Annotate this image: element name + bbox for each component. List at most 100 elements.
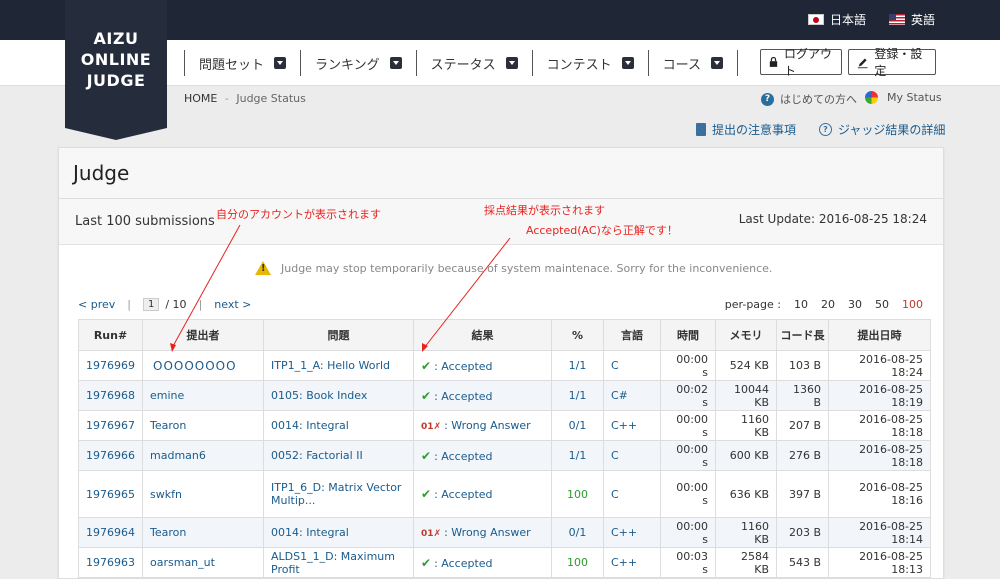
logout-button[interactable]: ログアウト xyxy=(760,47,842,78)
panel-subtitle: Last 100 submissions xyxy=(75,214,215,229)
column-header: 問題 xyxy=(263,319,414,351)
per-page-option[interactable]: 30 xyxy=(848,298,862,311)
language[interactable]: C# xyxy=(603,380,661,411)
result[interactable]: ✔: Accepted xyxy=(413,547,552,578)
per-page-option[interactable]: 20 xyxy=(821,298,835,311)
nav-menu: 問題セット ランキング ステータス コンテスト コース xyxy=(184,50,739,76)
nav-item-ranking[interactable]: ランキング xyxy=(300,50,416,76)
page-total: / 10 xyxy=(165,298,187,311)
submitter[interactable]: Tearon xyxy=(142,517,264,548)
submit-notes-link[interactable]: 提出の注意事項 xyxy=(696,121,796,138)
result[interactable]: 01✗: Wrong Answer xyxy=(413,517,552,548)
submit-date: 2016-08-25 18:19 xyxy=(828,380,931,411)
problem-line: ITP1_6_D: Matrix Vector xyxy=(271,481,402,494)
per-page-option-active[interactable]: 100 xyxy=(902,298,923,311)
pencil-icon xyxy=(857,58,868,68)
my-status-link[interactable]: My Status xyxy=(865,91,942,104)
time: 00:00 s xyxy=(660,350,716,381)
result[interactable]: ✔: Accepted xyxy=(413,350,552,381)
problem[interactable]: 0014: Integral xyxy=(263,517,414,548)
check-icon: ✔ xyxy=(421,448,432,463)
submitter[interactable]: oarsman_ut xyxy=(142,547,264,578)
submitter[interactable]: madman6 xyxy=(142,440,264,471)
column-header: 言語 xyxy=(603,319,661,351)
percentage: 100 xyxy=(551,547,604,578)
lock-icon xyxy=(769,56,778,67)
column-header: Run# xyxy=(78,319,143,351)
table-row: 1976967 Tearon 0014: Integral 01✗: Wrong… xyxy=(78,410,931,441)
per-page-option[interactable]: 50 xyxy=(875,298,889,311)
result[interactable]: 01✗: Wrong Answer xyxy=(413,410,552,441)
submit-date: 2016-08-25 18:24 xyxy=(828,350,931,381)
memory: 1160 KB xyxy=(715,410,777,441)
table-header-row: Run# 提出者 問題 結果 % 言語 時間 メモリ コード長 提出日時 xyxy=(78,319,931,351)
submitter[interactable]: swkfn xyxy=(142,470,264,518)
check-icon: ✔ xyxy=(421,358,432,373)
result[interactable]: ✔: Accepted xyxy=(413,440,552,471)
run-id[interactable]: 1976963 xyxy=(78,547,143,578)
prev-link[interactable]: < prev xyxy=(78,298,115,311)
time: 00:03 s xyxy=(660,547,716,578)
column-header: % xyxy=(551,319,604,351)
nav-item-course[interactable]: コース xyxy=(647,50,739,76)
problem[interactable]: ITP1_6_D: Matrix Vector Multip... xyxy=(263,470,414,518)
submitter[interactable]: Tearon xyxy=(142,410,264,441)
run-id[interactable]: 1976968 xyxy=(78,380,143,411)
table-row: 1976968 emine 0105: Book Index ✔: Accept… xyxy=(78,380,931,411)
problem[interactable]: ITP1_1_A: Hello World xyxy=(263,350,414,381)
per-page-option[interactable]: 10 xyxy=(794,298,808,311)
per-page-label: per-page : xyxy=(724,298,781,311)
result[interactable]: ✔: Accepted xyxy=(413,380,552,411)
judge-details-link[interactable]: ? ジャッジ結果の詳細 xyxy=(819,121,945,138)
pie-chart-icon xyxy=(865,91,878,104)
first-time-link[interactable]: ? はじめての方へ xyxy=(761,91,857,107)
submitter[interactable]: emine xyxy=(142,380,264,411)
next-link[interactable]: next > xyxy=(214,298,251,311)
breadcrumb-home[interactable]: HOME xyxy=(184,92,217,105)
submitter[interactable]: OOOOOOOO xyxy=(142,350,264,381)
settings-button[interactable]: 登録・設定 xyxy=(848,47,936,78)
language[interactable]: C++ xyxy=(603,547,661,578)
run-id[interactable]: 1976969 xyxy=(78,350,143,381)
language[interactable]: C xyxy=(603,350,661,381)
flag-japan-icon xyxy=(808,14,824,25)
wrong-answer-icon: 01✗ xyxy=(421,422,442,432)
last-update: Last Update: 2016-08-25 18:24 xyxy=(738,212,927,226)
language[interactable]: C++ xyxy=(603,517,661,548)
percentage: 1/1 xyxy=(551,380,604,411)
problem[interactable]: ALDS1_1_D: Maximum Profit xyxy=(263,547,414,578)
nav-item-contest[interactable]: コンテスト xyxy=(531,50,648,76)
code-length: 397 B xyxy=(776,470,829,518)
chevron-down-icon xyxy=(621,57,634,69)
nav-item-label: ステータス xyxy=(430,57,496,73)
nav-item-problem-sets[interactable]: 問題セット xyxy=(184,50,300,76)
nav-item-status[interactable]: ステータス xyxy=(415,50,532,76)
language[interactable]: C xyxy=(603,470,661,518)
problem[interactable]: 0014: Integral xyxy=(263,410,414,441)
problem[interactable]: 0105: Book Index xyxy=(263,380,414,411)
code-length: 207 B xyxy=(776,410,829,441)
run-id[interactable]: 1976965 xyxy=(78,470,143,518)
problem[interactable]: 0052: Factorial II xyxy=(263,440,414,471)
run-id[interactable]: 1976966 xyxy=(78,440,143,471)
language-japanese[interactable]: 日本語 xyxy=(808,11,866,28)
breadcrumb-current: Judge Status xyxy=(236,92,306,105)
run-id[interactable]: 1976967 xyxy=(78,410,143,441)
time: 00:02 s xyxy=(660,380,716,411)
notice-text: Judge may stop temporarily because of sy… xyxy=(281,261,773,275)
page-number[interactable]: 1 xyxy=(142,298,160,311)
language[interactable]: C xyxy=(603,440,661,471)
nav-item-label: ランキング xyxy=(315,57,380,73)
language-english[interactable]: 英語 xyxy=(889,11,935,28)
percentage: 1/1 xyxy=(551,350,604,381)
nav-item-label: 問題セット xyxy=(199,57,265,73)
code-length: 203 B xyxy=(776,517,829,548)
check-icon: ✔ xyxy=(421,487,432,501)
result[interactable]: ✔: Accepted xyxy=(413,470,552,518)
run-id[interactable]: 1976964 xyxy=(78,517,143,548)
memory: 10044 KB xyxy=(715,380,777,411)
logo[interactable]: AIZU ONLINE JUDGE xyxy=(65,0,167,140)
language[interactable]: C++ xyxy=(603,410,661,441)
judge-details-label: ジャッジ結果の詳細 xyxy=(838,123,946,137)
table-row: 1976965 swkfn ITP1_6_D: Matrix Vector Mul… xyxy=(78,470,931,518)
